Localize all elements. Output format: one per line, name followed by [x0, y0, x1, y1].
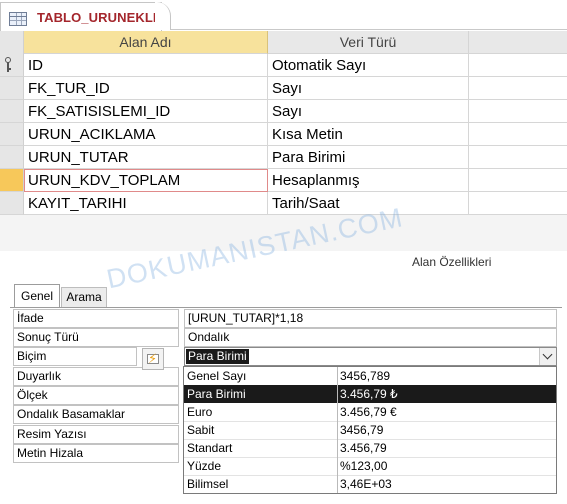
dropdown-arrow-button[interactable]: [539, 348, 556, 365]
document-tab-strip: TABLO_URUNEKLE: [0, 0, 567, 31]
table-design-grid: Alan Adı Veri Türü ID Otomatik Sayı FK_T…: [0, 31, 567, 251]
document-tab-edge: [155, 2, 171, 30]
field-row[interactable]: ID Otomatik Sayı: [0, 54, 567, 77]
data-type-cell[interactable]: Tarih/Saat: [268, 192, 469, 215]
format-option-example: %123,00: [340, 459, 388, 473]
format-option-name: Yüzde: [187, 459, 222, 473]
description-cell[interactable]: [469, 169, 567, 192]
format-option-name: Standart: [187, 441, 233, 455]
row-selector[interactable]: [0, 100, 24, 123]
property-row-result-type[interactable]: Sonuç Türü Ondalık: [13, 328, 558, 347]
format-option[interactable]: Euro 3.456,79 €: [184, 403, 556, 421]
tab-general[interactable]: Genel: [14, 284, 60, 308]
format-option[interactable]: Sabit 3456,79: [184, 421, 556, 439]
field-name-cell[interactable]: KAYIT_TARIHI: [24, 192, 268, 215]
format-option[interactable]: Genel Sayı 3456,789: [184, 367, 556, 385]
primary-key-icon: [5, 57, 11, 73]
format-option[interactable]: Bilimsel 3,46E+03: [184, 475, 556, 493]
document-tab[interactable]: TABLO_URUNEKLE: [0, 2, 162, 31]
format-option-example: 3.456,79 ₺: [340, 387, 398, 401]
description-cell[interactable]: [469, 146, 567, 169]
description-header: [469, 31, 567, 54]
field-name-header: Alan Adı: [24, 31, 268, 54]
description-cell[interactable]: [469, 54, 567, 77]
format-option-name: Euro: [187, 405, 213, 419]
format-option-name: Sabit: [187, 423, 215, 437]
field-row[interactable]: KAYIT_TARIHI Tarih/Saat: [0, 192, 567, 215]
chevron-down-icon: [542, 349, 553, 360]
field-row-current[interactable]: URUN_KDV_TOPLAM Hesaplanmış: [0, 169, 567, 192]
field-name-cell[interactable]: URUN_KDV_TOPLAM: [24, 169, 268, 192]
tab-lookup[interactable]: Arama: [61, 287, 107, 307]
row-selector[interactable]: [0, 77, 24, 100]
expression-field[interactable]: [URUN_TUTAR]*1,18: [184, 309, 557, 328]
format-option-example: 3456,79: [340, 423, 384, 437]
row-selector[interactable]: [0, 146, 24, 169]
field-name-cell[interactable]: ID: [24, 54, 268, 77]
format-option-name: Para Birimi: [187, 387, 246, 401]
field-name-cell[interactable]: URUN_ACIKLAMA: [24, 123, 268, 146]
format-option[interactable]: Yüzde %123,00: [184, 457, 556, 475]
row-selector-current[interactable]: [0, 169, 24, 192]
format-dropdown-list: Genel Sayı 3456,789 Para Birimi 3.456,79…: [183, 366, 557, 494]
property-label: Ölçek: [13, 386, 179, 405]
format-option-name: Genel Sayı: [187, 369, 247, 383]
field-row[interactable]: URUN_ACIKLAMA Kısa Metin: [0, 123, 567, 146]
document-tab-title: TABLO_URUNEKLE: [37, 10, 162, 25]
empty-grid-area[interactable]: [0, 215, 567, 251]
format-combo[interactable]: Para Birimi: [184, 347, 557, 366]
field-name-cell[interactable]: FK_TUR_ID: [24, 77, 268, 100]
format-option-example: 3456,789: [340, 369, 391, 383]
property-label: Sonuç Türü: [13, 328, 179, 347]
property-label: İfade: [13, 309, 179, 328]
description-cell[interactable]: [469, 123, 567, 146]
format-option-example: 3.456,79 €: [340, 405, 397, 419]
property-label: Resim Yazısı: [13, 425, 179, 444]
row-selector[interactable]: [0, 192, 24, 215]
builder-button[interactable]: ⚡: [142, 348, 164, 370]
lightning-icon: ⚡: [148, 351, 158, 366]
field-row[interactable]: FK_TUR_ID Sayı: [0, 77, 567, 100]
data-type-cell[interactable]: Otomatik Sayı: [268, 54, 469, 77]
field-properties-title: Alan Özellikleri: [412, 255, 492, 269]
property-label: Ondalık Basamaklar: [13, 405, 179, 424]
field-row[interactable]: URUN_TUTAR Para Birimi: [0, 146, 567, 169]
row-selector[interactable]: [0, 54, 24, 77]
format-option-example: 3,46E+03: [340, 477, 392, 491]
property-row-expression[interactable]: İfade [URUN_TUTAR]*1,18: [13, 309, 558, 328]
format-selected-value: Para Birimi: [186, 349, 249, 364]
description-cell[interactable]: [469, 100, 567, 123]
format-option-name: Bilimsel: [187, 477, 229, 491]
description-cell[interactable]: [469, 77, 567, 100]
result-type-field[interactable]: Ondalık: [184, 328, 557, 347]
format-option-example: 3.456,79: [340, 441, 387, 455]
table-icon: [9, 12, 27, 26]
dropdown-column-divider: [337, 367, 338, 493]
data-type-cell[interactable]: Sayı: [268, 77, 469, 100]
field-name-cell[interactable]: URUN_TUTAR: [24, 146, 268, 169]
format-option[interactable]: Standart 3.456,79: [184, 439, 556, 457]
field-name-cell[interactable]: FK_SATISISLEMI_ID: [24, 100, 268, 123]
data-type-cell[interactable]: Sayı: [268, 100, 469, 123]
data-type-header: Veri Türü: [268, 31, 469, 54]
data-type-cell[interactable]: Hesaplanmış: [268, 169, 469, 192]
property-label: Metin Hizala: [13, 444, 179, 463]
data-type-cell[interactable]: Kısa Metin: [268, 123, 469, 146]
row-selector[interactable]: [0, 123, 24, 146]
data-type-cell[interactable]: Para Birimi: [268, 146, 469, 169]
field-row[interactable]: FK_SATISISLEMI_ID Sayı: [0, 100, 567, 123]
format-option-selected[interactable]: Para Birimi 3.456,79 ₺: [184, 385, 556, 403]
description-cell[interactable]: [469, 192, 567, 215]
property-label: Biçim: [13, 347, 137, 366]
